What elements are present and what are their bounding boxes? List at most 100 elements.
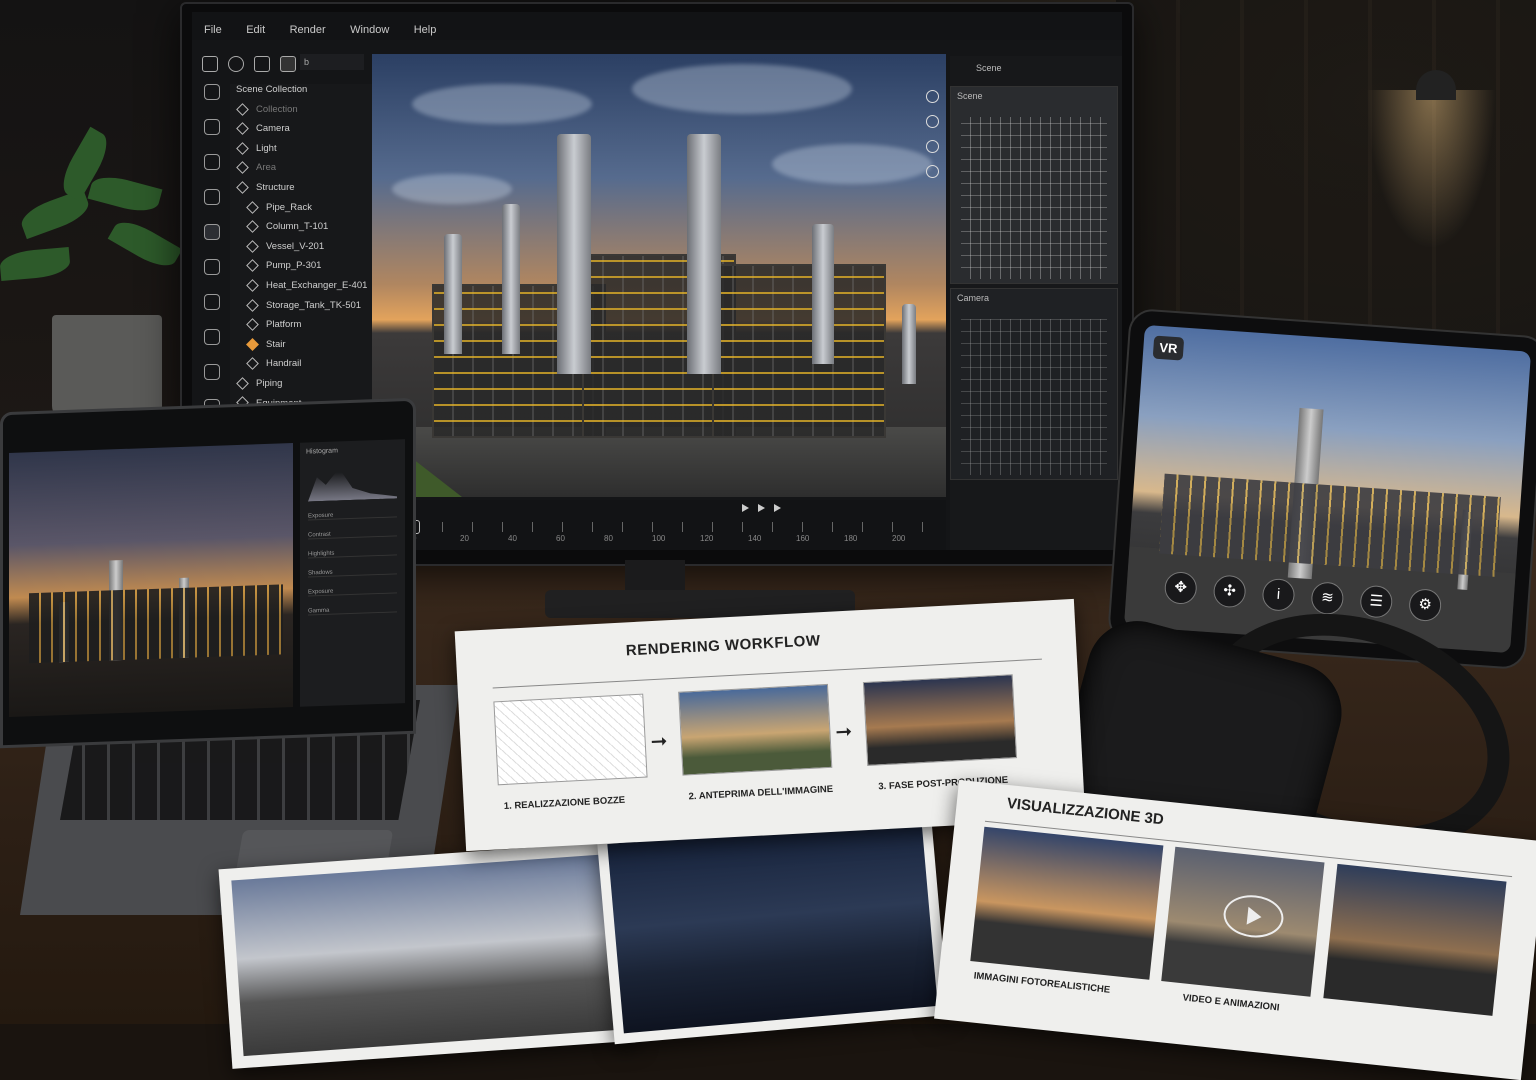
outliner-item[interactable]: Pump_P-301	[230, 259, 375, 280]
step-sketch-image	[493, 693, 648, 786]
globe-icon[interactable]	[926, 115, 939, 128]
object-icon	[236, 161, 249, 175]
render-icon[interactable]	[204, 189, 220, 205]
arrow-icon: ➞	[650, 730, 669, 754]
laptop: Histogram Exposure Contrast Highlights Shad…	[0, 397, 416, 749]
outliner-item-label: Piping	[256, 377, 283, 389]
scene-outliner: Scene Collection Collection Camera Light Ar…	[230, 84, 375, 424]
vr-viewer[interactable]: VR ✥ ✣ i ≋ ☰ ⚙	[1123, 324, 1532, 654]
camera-preview[interactable]: Camera	[950, 288, 1118, 480]
outliner-item[interactable]: Storage_Tank_TK-501	[230, 298, 375, 320]
laptop-adjust-panel: Histogram Exposure Contrast Highlights Shad…	[300, 439, 405, 707]
outliner-title: Scene Collection	[236, 84, 308, 95]
object-icon	[246, 298, 259, 312]
menu-file[interactable]: File	[204, 24, 222, 36]
vr-badge[interactable]: VR	[1152, 335, 1185, 361]
view-icon[interactable]	[926, 140, 939, 153]
adjustment-row[interactable]: Highlights	[308, 548, 397, 559]
timeline-ruler	[412, 522, 946, 532]
timeline-tick-label: 120	[700, 534, 714, 543]
outliner-item[interactable]: Collection	[230, 102, 375, 124]
outliner-item-label: Collection	[256, 103, 298, 115]
play-forward-icon[interactable]	[774, 504, 781, 512]
material-icon[interactable]	[204, 259, 220, 275]
refinery-render	[432, 134, 916, 444]
menu-window[interactable]: Window	[350, 24, 389, 36]
right-panel-header[interactable]: Scene	[976, 63, 1002, 73]
photoreal-caption: IMMAGINI FOTOREALISTICHE	[973, 970, 1111, 996]
timeline[interactable]: 020406080100120140160180200	[372, 500, 946, 550]
step-preview-image	[678, 683, 833, 776]
left-toolbar	[198, 84, 224, 434]
scene-preview[interactable]: Scene	[950, 86, 1118, 284]
menu-render[interactable]: Render	[290, 24, 326, 36]
object-icon	[236, 377, 249, 390]
select-tool-icon[interactable]	[202, 56, 218, 72]
outliner-item[interactable]: Structure	[230, 181, 375, 202]
timeline-tick-label: 140	[748, 534, 762, 543]
adjustment-row[interactable]: Exposure	[308, 586, 397, 597]
object-icon	[246, 200, 259, 214]
object-icon	[246, 279, 259, 292]
step-post-image	[862, 674, 1018, 766]
light-tool-icon[interactable]	[204, 329, 220, 345]
outliner-item[interactable]: Pipe_Rack	[230, 200, 375, 222]
adjustment-row[interactable]: Exposure	[308, 510, 397, 521]
timeline-tick-label: 160	[796, 534, 810, 543]
laptop-render-view[interactable]	[9, 443, 293, 717]
outliner-item[interactable]: Stair	[230, 337, 375, 359]
object-icon	[246, 357, 259, 371]
brush-icon[interactable]	[204, 294, 220, 310]
outliner-item[interactable]: Area	[230, 161, 375, 182]
timeline-tick-label: 200	[892, 534, 906, 543]
lasso-tool-icon[interactable]	[228, 56, 244, 72]
outliner-item[interactable]: Vessel_V-201	[230, 239, 375, 261]
3d-viewport[interactable]	[372, 54, 946, 497]
home-icon[interactable]	[204, 84, 220, 100]
adjustment-row[interactable]: Gamma	[308, 605, 397, 616]
animation-image	[1323, 863, 1507, 1016]
outliner-item-label: Stair	[266, 338, 286, 350]
outliner-item-label: Handrail	[266, 358, 302, 370]
viewport-gizmos	[926, 90, 940, 190]
timeline-tick-label: 180	[844, 534, 858, 543]
orbit-icon[interactable]	[926, 90, 939, 103]
search-input[interactable]: b	[300, 54, 364, 70]
timeline-tick-label: 20	[460, 534, 469, 543]
object-icon	[246, 318, 259, 331]
menu-help[interactable]: Help	[414, 24, 437, 36]
object-icon	[246, 220, 259, 234]
visual-title: VISUALIZZAZIONE 3D	[1006, 794, 1165, 829]
play-video-icon[interactable]	[1221, 892, 1286, 941]
histogram-graph	[308, 458, 397, 501]
timeline-tick-label: 60	[556, 534, 565, 543]
print-daylight-render	[218, 841, 637, 1069]
outliner-item[interactable]: Camera	[230, 122, 375, 143]
adjustment-row[interactable]: Contrast	[308, 529, 397, 540]
scene-preview-title: Scene	[957, 91, 983, 101]
outliner-item-label: Pipe_Rack	[266, 201, 312, 213]
camera-tool-icon[interactable]	[204, 224, 220, 240]
outliner-item[interactable]: Handrail	[230, 357, 375, 378]
outliner-item-label: Column_T-101	[266, 221, 329, 233]
outliner-item[interactable]: Heat_Exchanger_E-401	[230, 279, 375, 300]
video-image	[1161, 846, 1325, 997]
workflow-title: RENDERING WORKFLOW	[625, 632, 821, 660]
outliner-item-label: Area	[256, 162, 277, 174]
box-tool-icon[interactable]	[254, 56, 270, 72]
object-icon	[236, 102, 249, 116]
circle-tool-icon[interactable]	[280, 56, 296, 72]
outliner-item[interactable]: Light	[230, 141, 375, 163]
outliner-item[interactable]: Column_T-101	[230, 220, 375, 241]
zoom-icon[interactable]	[926, 165, 939, 178]
outliner-item[interactable]: Piping	[230, 377, 375, 398]
play-icon[interactable]	[758, 504, 765, 512]
modifier-icon[interactable]	[204, 364, 220, 380]
adjustment-row[interactable]: Shadows	[308, 567, 397, 578]
play-back-icon[interactable]	[742, 504, 749, 512]
object-icon[interactable]	[204, 119, 220, 135]
menu-edit[interactable]: Edit	[246, 24, 265, 36]
outliner-item[interactable]: Platform	[230, 318, 375, 339]
camera-wireframe	[961, 319, 1107, 475]
mesh-icon[interactable]	[204, 154, 220, 170]
